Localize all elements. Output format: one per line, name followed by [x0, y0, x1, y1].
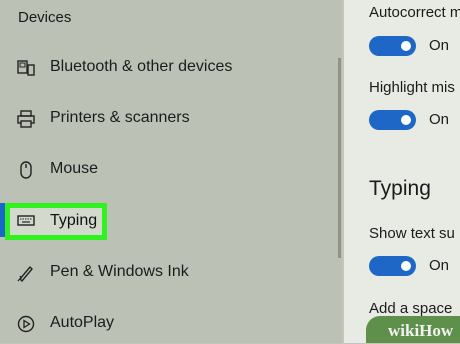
sidebar-item-pen[interactable]: Pen & Windows Ink: [0, 253, 338, 293]
sidebar-section-title: Devices: [18, 9, 72, 26]
autocorrect-state: On: [429, 37, 450, 54]
wikihow-watermark: wikiHow: [366, 316, 460, 343]
autoplay-icon: [17, 315, 35, 333]
typing-heading: Typing: [369, 177, 431, 200]
sidebar-item-label: AutoPlay: [50, 314, 115, 331]
sidebar-item-label: Pen & Windows Ink: [50, 263, 189, 280]
printer-icon: [17, 110, 35, 128]
sidebar-item-bluetooth[interactable]: Bluetooth & other devices: [0, 48, 338, 88]
toggle-knob: [401, 41, 411, 51]
sidebar-item-printers[interactable]: Printers & scanners: [0, 99, 338, 139]
add-space-label: Add a space: [369, 300, 453, 317]
sidebar-item-label: Printers & scanners: [50, 109, 190, 126]
sidebar-item-mouse[interactable]: Mouse: [0, 150, 338, 190]
toggle-knob: [401, 261, 411, 271]
show-text-suggestions-toggle[interactable]: [369, 256, 416, 276]
sidebar-scrollbar[interactable]: [338, 58, 341, 258]
autocorrect-toggle[interactable]: [369, 36, 416, 56]
highlight-misspelled-label: Highlight mis: [369, 79, 455, 96]
mouse-icon: [20, 161, 32, 179]
sidebar-item-label: Typing: [50, 212, 98, 229]
bluetooth-devices-icon: [17, 60, 35, 76]
sidebar-item-label: Bluetooth & other devices: [50, 58, 233, 75]
sidebar-item-label: Mouse: [50, 160, 99, 177]
watermark-text: wikiHow: [388, 321, 454, 340]
show-text-suggestions-label: Show text su: [369, 225, 455, 242]
pen-icon: [17, 265, 33, 283]
sidebar-item-autoplay[interactable]: AutoPlay: [0, 304, 338, 344]
highlight-misspelled-toggle[interactable]: [369, 110, 416, 130]
autocorrect-label: Autocorrect m: [369, 4, 460, 21]
typing-settings-panel: Autocorrect m On Highlight mis On Typing…: [344, 0, 460, 343]
keyboard-icon: [17, 215, 35, 226]
highlight-misspelled-state: On: [429, 111, 450, 128]
show-text-suggestions-state: On: [429, 257, 450, 274]
settings-sidebar: Devices Bluetooth & other devices Printe…: [0, 0, 342, 343]
toggle-knob: [401, 115, 411, 125]
